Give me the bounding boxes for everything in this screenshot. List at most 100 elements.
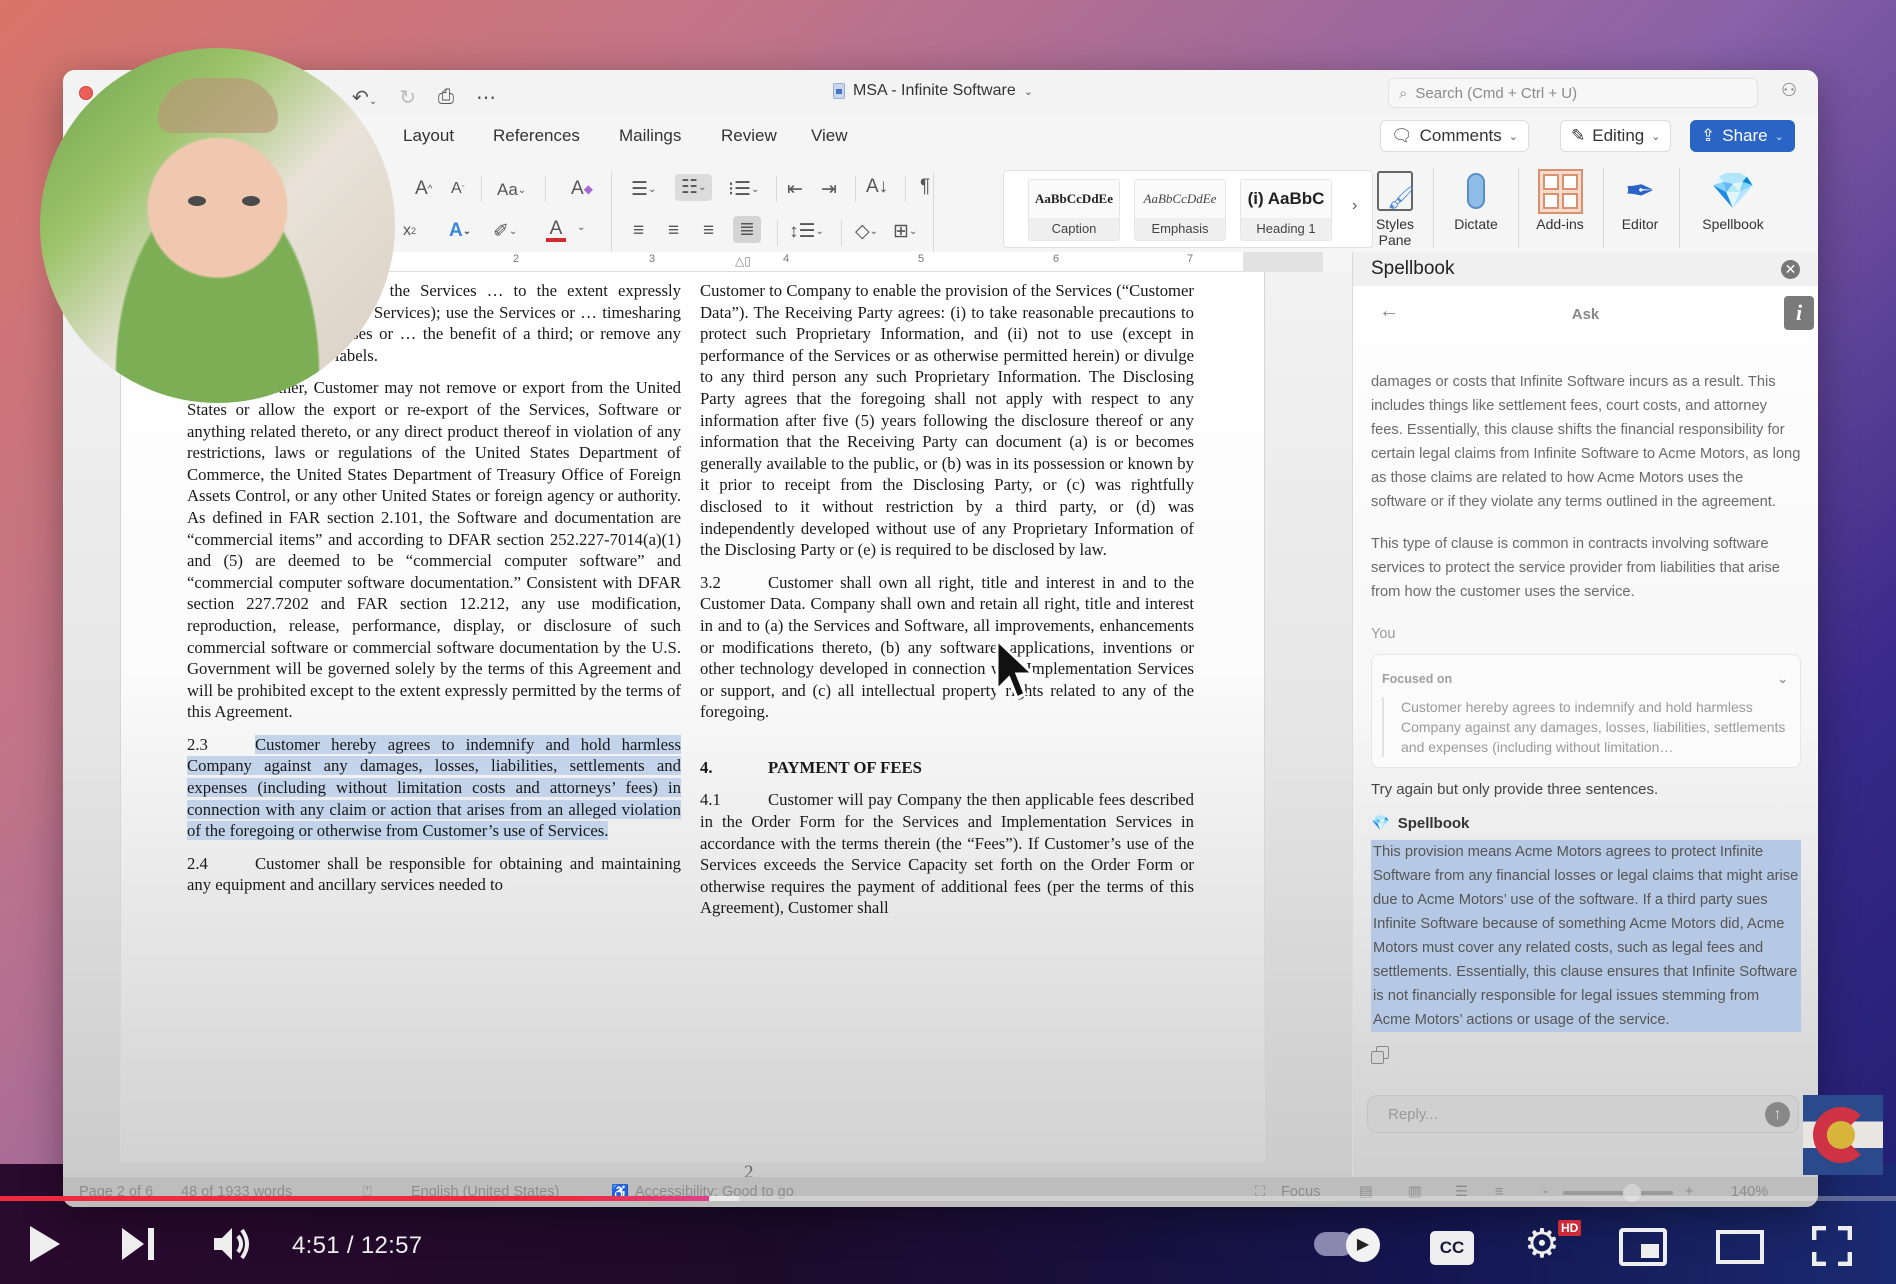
paragraph-2-2: 2.2Further, Customer may not remove or e… — [187, 378, 681, 722]
borders-icon[interactable]: ⊞ ⌄ — [893, 220, 917, 243]
close-window-button[interactable] — [79, 86, 93, 100]
divider — [1518, 168, 1519, 248]
indent-marker[interactable]: △▯ — [735, 254, 751, 268]
tab-review[interactable]: Review — [721, 126, 777, 146]
document-page[interactable]: derivative works based on the Services …… — [120, 272, 1265, 1183]
divider — [1679, 168, 1680, 248]
colorado-sun-icon — [1827, 1121, 1855, 1149]
tab-layout[interactable]: Layout — [403, 126, 454, 146]
editor-button[interactable]: ✒ Editor — [1600, 166, 1680, 232]
grow-font-icon[interactable]: A ^ — [415, 178, 432, 200]
superscript-icon[interactable]: x2 — [403, 222, 416, 240]
document-title[interactable]: MSA - Infinite Software ⌄ — [833, 82, 1033, 100]
decrease-indent-icon[interactable]: ⇤ — [787, 178, 803, 201]
chevron-down-icon[interactable]: ⌄ — [1778, 667, 1788, 691]
dictate-button[interactable]: Dictate — [1436, 166, 1516, 232]
more-icon[interactable]: ⋯ — [476, 85, 496, 110]
multilevel-list-icon[interactable]: ⁝☰ ⌄ — [728, 178, 759, 201]
clear-formatting-icon[interactable]: A ◆ — [571, 178, 593, 200]
user-label: You — [1371, 626, 1396, 642]
assistant-message-2-selected[interactable]: This provision means Acme Motors agrees … — [1371, 840, 1801, 1032]
chevron-down-icon: ⌄ — [1651, 130, 1661, 143]
pane-nav: ← Ask i — [1353, 286, 1818, 340]
divider — [841, 220, 842, 246]
play-icon[interactable] — [26, 1224, 62, 1264]
info-button[interactable]: i — [1784, 296, 1814, 330]
show-formatting-icon[interactable]: ¶ — [920, 176, 930, 198]
settings-gear-icon[interactable]: ⚙ — [1524, 1224, 1560, 1264]
share-button[interactable]: ⇪ Share ⌄ — [1690, 120, 1795, 152]
presenter-hair — [158, 78, 278, 133]
divider — [776, 176, 777, 202]
video-time: 4:51 / 12:57 — [292, 1232, 423, 1259]
tab-mailings[interactable]: Mailings — [619, 126, 681, 146]
video-progress-bar[interactable] — [0, 1196, 1896, 1201]
horizontal-ruler[interactable]: 2 3 4 5 6 7 △▯ — [323, 252, 1323, 272]
miniplayer-icon[interactable] — [1619, 1228, 1667, 1266]
spellbook-pane: Spellbook ✕ ← Ask i damages or costs tha… — [1352, 252, 1818, 1177]
addins-button[interactable]: Add-ins — [1520, 166, 1600, 232]
sort-icon[interactable]: A↓ — [866, 176, 888, 198]
dictate-label: Dictate — [1454, 216, 1498, 232]
document-title-text: MSA - Infinite Software — [853, 82, 1016, 99]
styles-pane-button[interactable]: 🖌 Styles Pane — [1355, 166, 1435, 248]
channel-watermark[interactable] — [1803, 1095, 1883, 1175]
chevron-down-icon[interactable]: ⌄ — [577, 222, 585, 233]
spellbook-ribbon-button[interactable]: 💎 Spellbook — [1683, 166, 1783, 232]
send-arrow-icon[interactable]: ↑ — [1765, 1101, 1790, 1127]
bullets-icon[interactable]: ☰ ⌄ — [631, 178, 656, 201]
pencil-icon: ✎ — [1571, 126, 1586, 145]
divider — [611, 172, 612, 252]
theater-mode-icon[interactable] — [1716, 1230, 1764, 1264]
style-emphasis[interactable]: AaBbCcDdEe Emphasis — [1134, 179, 1226, 241]
shrink-font-icon[interactable]: Aˇ — [451, 180, 465, 198]
tab-view[interactable]: View — [811, 126, 848, 146]
zoom-slider[interactable] — [1563, 1191, 1673, 1195]
word-doc-icon — [833, 83, 845, 99]
text-effects-icon[interactable]: A ⌄ — [449, 220, 471, 242]
focused-on-label: Focused on — [1382, 672, 1453, 686]
font-color-icon[interactable]: A — [546, 219, 566, 242]
ruler-number: 2 — [513, 253, 520, 265]
next-video-icon[interactable] — [120, 1226, 156, 1262]
copy-icon[interactable] — [1371, 1046, 1389, 1064]
numbering-icon[interactable]: ☷ ⌄ — [675, 174, 713, 201]
justify-icon[interactable]: ≣ — [733, 216, 761, 243]
style-sample: AaBbCcDdEe — [1143, 191, 1217, 206]
divider — [1433, 168, 1434, 248]
pane-header: Spellbook ✕ — [1353, 252, 1818, 286]
close-pane-icon[interactable]: ✕ — [1781, 259, 1800, 279]
redo-icon[interactable]: ↻ — [399, 85, 416, 110]
undo-icon[interactable]: ↶⌄ — [352, 85, 377, 110]
style-heading-1[interactable]: (i) AaBbC Heading 1 — [1240, 179, 1332, 241]
shading-icon[interactable]: ◇ ⌄ — [855, 220, 878, 243]
tab-references[interactable]: References — [493, 126, 580, 146]
presenter-webcam — [40, 48, 395, 403]
style-label: Caption — [1029, 218, 1119, 240]
line-spacing-icon[interactable]: ↕☰ ⌄ — [789, 220, 824, 243]
chevron-down-icon: ⌄ — [1774, 130, 1784, 143]
diamond-icon: 💎 — [1710, 170, 1756, 211]
divider — [545, 176, 546, 202]
align-center-icon[interactable]: ≡ — [668, 220, 679, 242]
align-left-icon[interactable]: ≡ — [633, 220, 644, 242]
ruler-number: 5 — [918, 253, 925, 265]
highlight-icon[interactable]: ✐ ⌄ — [493, 220, 517, 243]
focused-on-box[interactable]: Focused on ⌄ Customer hereby agrees to i… — [1371, 654, 1801, 768]
reply-input[interactable]: Reply... ↑ — [1367, 1095, 1799, 1133]
change-case-icon[interactable]: Aa ⌄ — [497, 180, 526, 200]
comments-button[interactable]: 🗨 Comments ⌄ — [1380, 120, 1529, 152]
search-input[interactable]: ⌕ Search (Cmd + Ctrl + U) — [1388, 78, 1758, 108]
align-right-icon[interactable]: ≡ — [703, 220, 714, 242]
editing-mode-button[interactable]: ✎ Editing ⌄ — [1560, 120, 1672, 152]
captions-button[interactable]: CC — [1430, 1231, 1474, 1265]
selected-text[interactable]: Customer hereby agrees to indemnify and … — [187, 734, 681, 841]
print-icon[interactable]: ⎙ — [438, 86, 454, 109]
coauthoring-icon[interactable]: ⚇ — [1781, 80, 1805, 104]
ruler-number: 4 — [783, 253, 790, 265]
fullscreen-icon[interactable] — [1812, 1226, 1852, 1266]
increase-indent-icon[interactable]: ⇥ — [821, 178, 837, 201]
style-caption[interactable]: AaBbCcDdEe Caption — [1028, 179, 1120, 241]
autoplay-toggle-icon[interactable]: ▶ — [1346, 1228, 1380, 1262]
volume-icon[interactable] — [212, 1226, 252, 1262]
